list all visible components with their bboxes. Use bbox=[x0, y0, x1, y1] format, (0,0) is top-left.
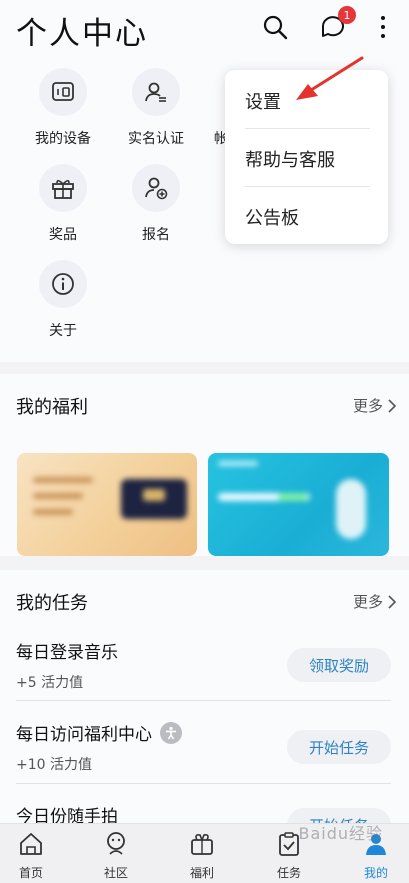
nav-label: 社区 bbox=[103, 866, 128, 880]
more-menu-button[interactable] bbox=[368, 12, 398, 42]
screen: 个人中心 1 我的设备 实名认证 帐 奖品 报名 关于 设置 帮助与客服 公告板… bbox=[0, 0, 409, 883]
community-icon bbox=[107, 832, 125, 855]
nav-label: 任务 bbox=[276, 866, 301, 880]
start-task-button[interactable]: 开始任务 bbox=[287, 730, 391, 764]
tasks-section: 我的任务 更多 每日登录音乐 +5 活力值 领取奖励 每日访问福利中心 +10 … bbox=[0, 570, 409, 842]
more-label: 更多 bbox=[352, 397, 383, 415]
gift-box-icon bbox=[191, 834, 213, 855]
task-divider bbox=[16, 700, 391, 701]
chevron-right-icon bbox=[388, 594, 397, 609]
accessibility-icon[interactable] bbox=[160, 721, 182, 744]
service-label: 报名 bbox=[142, 227, 170, 243]
task-name-text: 每日访问福利中心 bbox=[16, 725, 152, 745]
service-signup[interactable]: 报名 bbox=[110, 164, 202, 244]
info-icon bbox=[39, 260, 87, 308]
welfare-section: 我的福利 更多 bbox=[0, 374, 409, 556]
signup-icon bbox=[132, 164, 180, 212]
nav-community[interactable]: 社区 bbox=[86, 830, 146, 881]
page-title: 个人中心 bbox=[16, 16, 148, 52]
task-divider bbox=[16, 783, 391, 784]
search-button[interactable] bbox=[260, 12, 290, 42]
menu-item-settings[interactable]: 设置 bbox=[245, 88, 281, 114]
menu-divider bbox=[245, 128, 370, 129]
menu-item-bulletin[interactable]: 公告板 bbox=[245, 204, 299, 230]
more-vertical-icon bbox=[381, 16, 385, 38]
task-item: 每日访问福利中心 +10 活力值 开始任务 bbox=[16, 720, 391, 774]
tasks-title: 我的任务 bbox=[16, 593, 88, 614]
more-label: 更多 bbox=[352, 593, 383, 611]
welfare-banner-1[interactable] bbox=[17, 453, 197, 556]
service-label: 奖品 bbox=[49, 227, 77, 243]
nav-label: 福利 bbox=[189, 866, 214, 880]
nav-label: 我的 bbox=[363, 866, 388, 880]
nav-welfare[interactable]: 福利 bbox=[172, 830, 232, 881]
home-icon bbox=[20, 833, 42, 855]
service-about[interactable]: 关于 bbox=[17, 260, 109, 340]
service-label: 关于 bbox=[49, 323, 77, 339]
claim-reward-button[interactable]: 领取奖励 bbox=[287, 648, 391, 682]
menu-divider bbox=[245, 186, 370, 187]
welfare-title: 我的福利 bbox=[16, 397, 88, 418]
header: 个人中心 1 bbox=[0, 0, 409, 56]
nav-home[interactable]: 首页 bbox=[1, 830, 61, 881]
banner-2-art bbox=[208, 453, 389, 556]
red-arrow-annotation bbox=[296, 56, 364, 100]
task-name-text: 每日登录音乐 bbox=[16, 643, 118, 663]
task-item: 每日登录音乐 +5 活力值 领取奖励 bbox=[16, 638, 391, 692]
device-icon bbox=[39, 68, 87, 116]
watermark: Baidu经验 bbox=[298, 824, 383, 843]
chevron-right-icon bbox=[388, 398, 397, 413]
notification-badge: 1 bbox=[338, 6, 356, 24]
nav-label: 首页 bbox=[18, 866, 43, 880]
search-icon bbox=[263, 15, 288, 40]
gift-icon bbox=[39, 164, 87, 212]
welfare-banner-2[interactable] bbox=[208, 453, 389, 556]
menu-item-help[interactable]: 帮助与客服 bbox=[245, 146, 335, 172]
service-label: 我的设备 bbox=[35, 131, 91, 147]
welfare-more-link[interactable]: 更多 bbox=[353, 395, 397, 416]
tasks-more-link[interactable]: 更多 bbox=[353, 591, 397, 612]
service-my-devices[interactable]: 我的设备 bbox=[17, 68, 109, 148]
banner-1-art bbox=[17, 453, 197, 556]
service-prizes[interactable]: 奖品 bbox=[17, 164, 109, 244]
